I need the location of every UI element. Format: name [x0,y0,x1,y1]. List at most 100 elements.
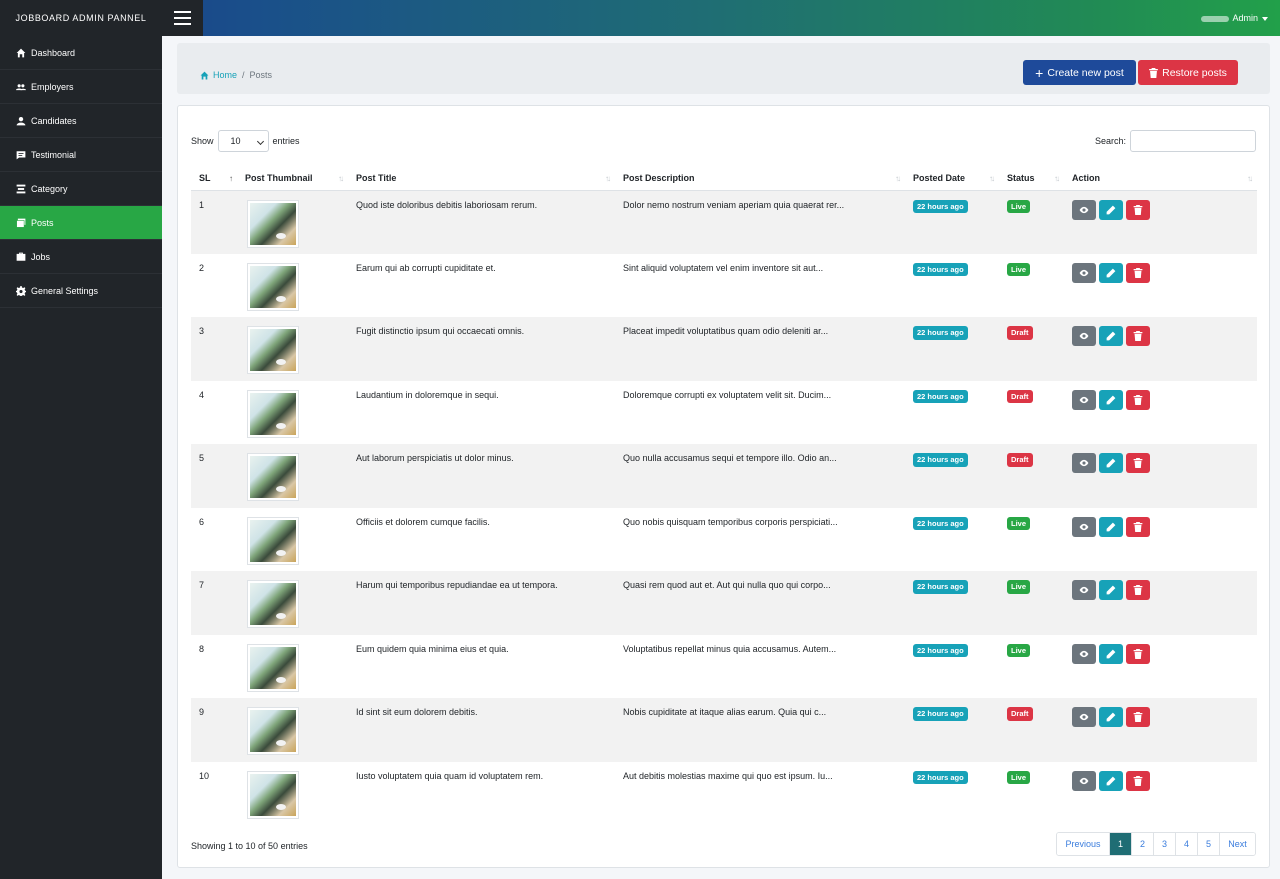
sidebar-item-dashboard[interactable]: Dashboard [0,36,162,70]
column-header-action[interactable]: Action ↑↓ [1064,166,1257,191]
edit-button[interactable] [1099,199,1123,220]
breadcrumb-home-label: Home [213,70,238,80]
cell-status: Live [999,571,1064,635]
delete-button[interactable] [1126,199,1150,220]
cell-posted-date: 22 hours ago [905,635,999,699]
edit-button[interactable] [1099,707,1123,727]
cell-post-title: Earum qui ab corrupti cupiditate et. [356,262,496,273]
view-button[interactable] [1072,262,1096,283]
edit-button[interactable] [1099,389,1123,410]
pagination-page-3[interactable]: 3 [1153,833,1175,855]
restore-button-label: Restore posts [1162,66,1227,79]
post-thumbnail-image [247,643,299,692]
cell-status: Draft [999,381,1064,445]
delete-button[interactable] [1126,453,1150,473]
column-header-post-description[interactable]: Post Description ↑↓ [615,166,905,191]
view-button[interactable] [1072,770,1096,791]
view-button[interactable] [1072,453,1096,473]
delete-button[interactable] [1126,326,1150,346]
post-thumbnail-image [247,262,299,311]
edit-button[interactable] [1099,580,1123,600]
cell-status: Draft [999,444,1064,508]
cell-actions [1064,508,1257,572]
gear-icon [15,285,27,297]
pagination-page-2[interactable]: 2 [1131,833,1153,855]
cell-post-description: Voluptatibus repellat minus quia accusam… [623,643,837,654]
sort-icon: ↑↓ [605,174,611,183]
hamburger-menu-icon[interactable] [162,0,203,36]
edit-button[interactable] [1099,516,1123,537]
view-button[interactable] [1072,643,1096,664]
images-icon [15,217,27,229]
status-badge: Draft [1007,326,1033,340]
sidebar-item-general-settings[interactable]: General Settings [0,274,162,308]
breadcrumb-separator: / [242,70,245,80]
column-header-posted-date[interactable]: Posted Date ↑↓ [905,166,999,191]
delete-button[interactable] [1126,516,1150,537]
pagination-page-5[interactable]: 5 [1197,833,1219,855]
cell-sl: 5 [199,453,205,463]
sidebar-item-jobs[interactable]: Jobs [0,240,162,274]
cell-post-description: Aut debitis molestias maxime qui quo est… [623,770,833,781]
admin-user-menu[interactable]: Admin [1201,0,1268,36]
edit-button[interactable] [1099,643,1123,664]
edit-button[interactable] [1099,453,1123,473]
pencil-icon [1106,331,1116,341]
column-header-status[interactable]: Status ↑↓ [999,166,1064,191]
row-actions [1072,770,1249,791]
cell-sl: 7 [199,580,205,590]
breadcrumb-home-link[interactable]: Home [200,70,237,80]
pencil-icon [1106,205,1116,215]
breadcrumb-bar: Home / Posts + Create new post Restore p… [177,43,1270,94]
table-info: Showing 1 to 10 of 50 entries [191,841,308,851]
post-thumbnail-image [247,453,299,501]
eye-icon [1079,458,1089,468]
sidebar-item-category[interactable]: Category [0,172,162,206]
pagination-next[interactable]: Next [1219,833,1255,855]
view-button[interactable] [1072,389,1096,410]
restore-posts-button[interactable]: Restore posts [1138,60,1238,85]
delete-button[interactable] [1126,580,1150,600]
cell-sl: 6 [199,516,205,527]
sort-icon: ↑↓ [1247,174,1253,183]
column-header-post-thumbnail[interactable]: Post Thumbnail ↑↓ [237,166,348,191]
brand-title: JOBBOARD ADMIN PANNEL [0,0,162,36]
cell-posted-date: 22 hours ago [905,190,999,254]
entries-label: entries [272,136,300,146]
delete-button[interactable] [1126,707,1150,727]
cell-post-title: Aut laborum perspiciatis ut dolor minus. [356,453,514,463]
trash-icon [1133,267,1143,278]
sidebar-item-testimonial[interactable]: Testimonial [0,138,162,172]
cell-sl: 2 [199,262,205,273]
delete-button[interactable] [1126,262,1150,283]
column-header-post-title[interactable]: Post Title ↑↓ [348,166,615,191]
cell-actions [1064,190,1257,254]
view-button[interactable] [1072,707,1096,727]
pagination-previous[interactable]: Previous [1057,833,1109,855]
create-new-post-button[interactable]: + Create new post [1023,60,1136,85]
view-button[interactable] [1072,516,1096,537]
sidebar-item-label: Dashboard [31,47,76,58]
view-button[interactable] [1072,580,1096,600]
column-header-sl[interactable]: SL ↑ [191,166,237,191]
sidebar-item-posts[interactable]: Posts [0,206,162,240]
view-button[interactable] [1072,326,1096,346]
edit-button[interactable] [1099,770,1123,791]
delete-button[interactable] [1126,643,1150,664]
edit-button[interactable] [1099,326,1123,346]
view-button[interactable] [1072,199,1096,220]
cell-thumbnail [237,508,348,572]
post-thumbnail-image [247,580,299,628]
delete-button[interactable] [1126,389,1150,410]
sidebar-item-employers[interactable]: Employers [0,70,162,104]
search-input[interactable] [1130,130,1256,152]
entries-select[interactable]: 10 [217,130,269,152]
edit-button[interactable] [1099,262,1123,283]
delete-button[interactable] [1126,770,1150,791]
sidebar-item-candidates[interactable]: Candidates [0,104,162,138]
pagination-page-1[interactable]: 1 [1109,833,1131,855]
breadcrumb-current: Posts [249,70,273,80]
pencil-icon [1106,585,1116,595]
cell-sl: 9 [199,707,205,717]
pagination-page-4[interactable]: 4 [1175,833,1197,855]
